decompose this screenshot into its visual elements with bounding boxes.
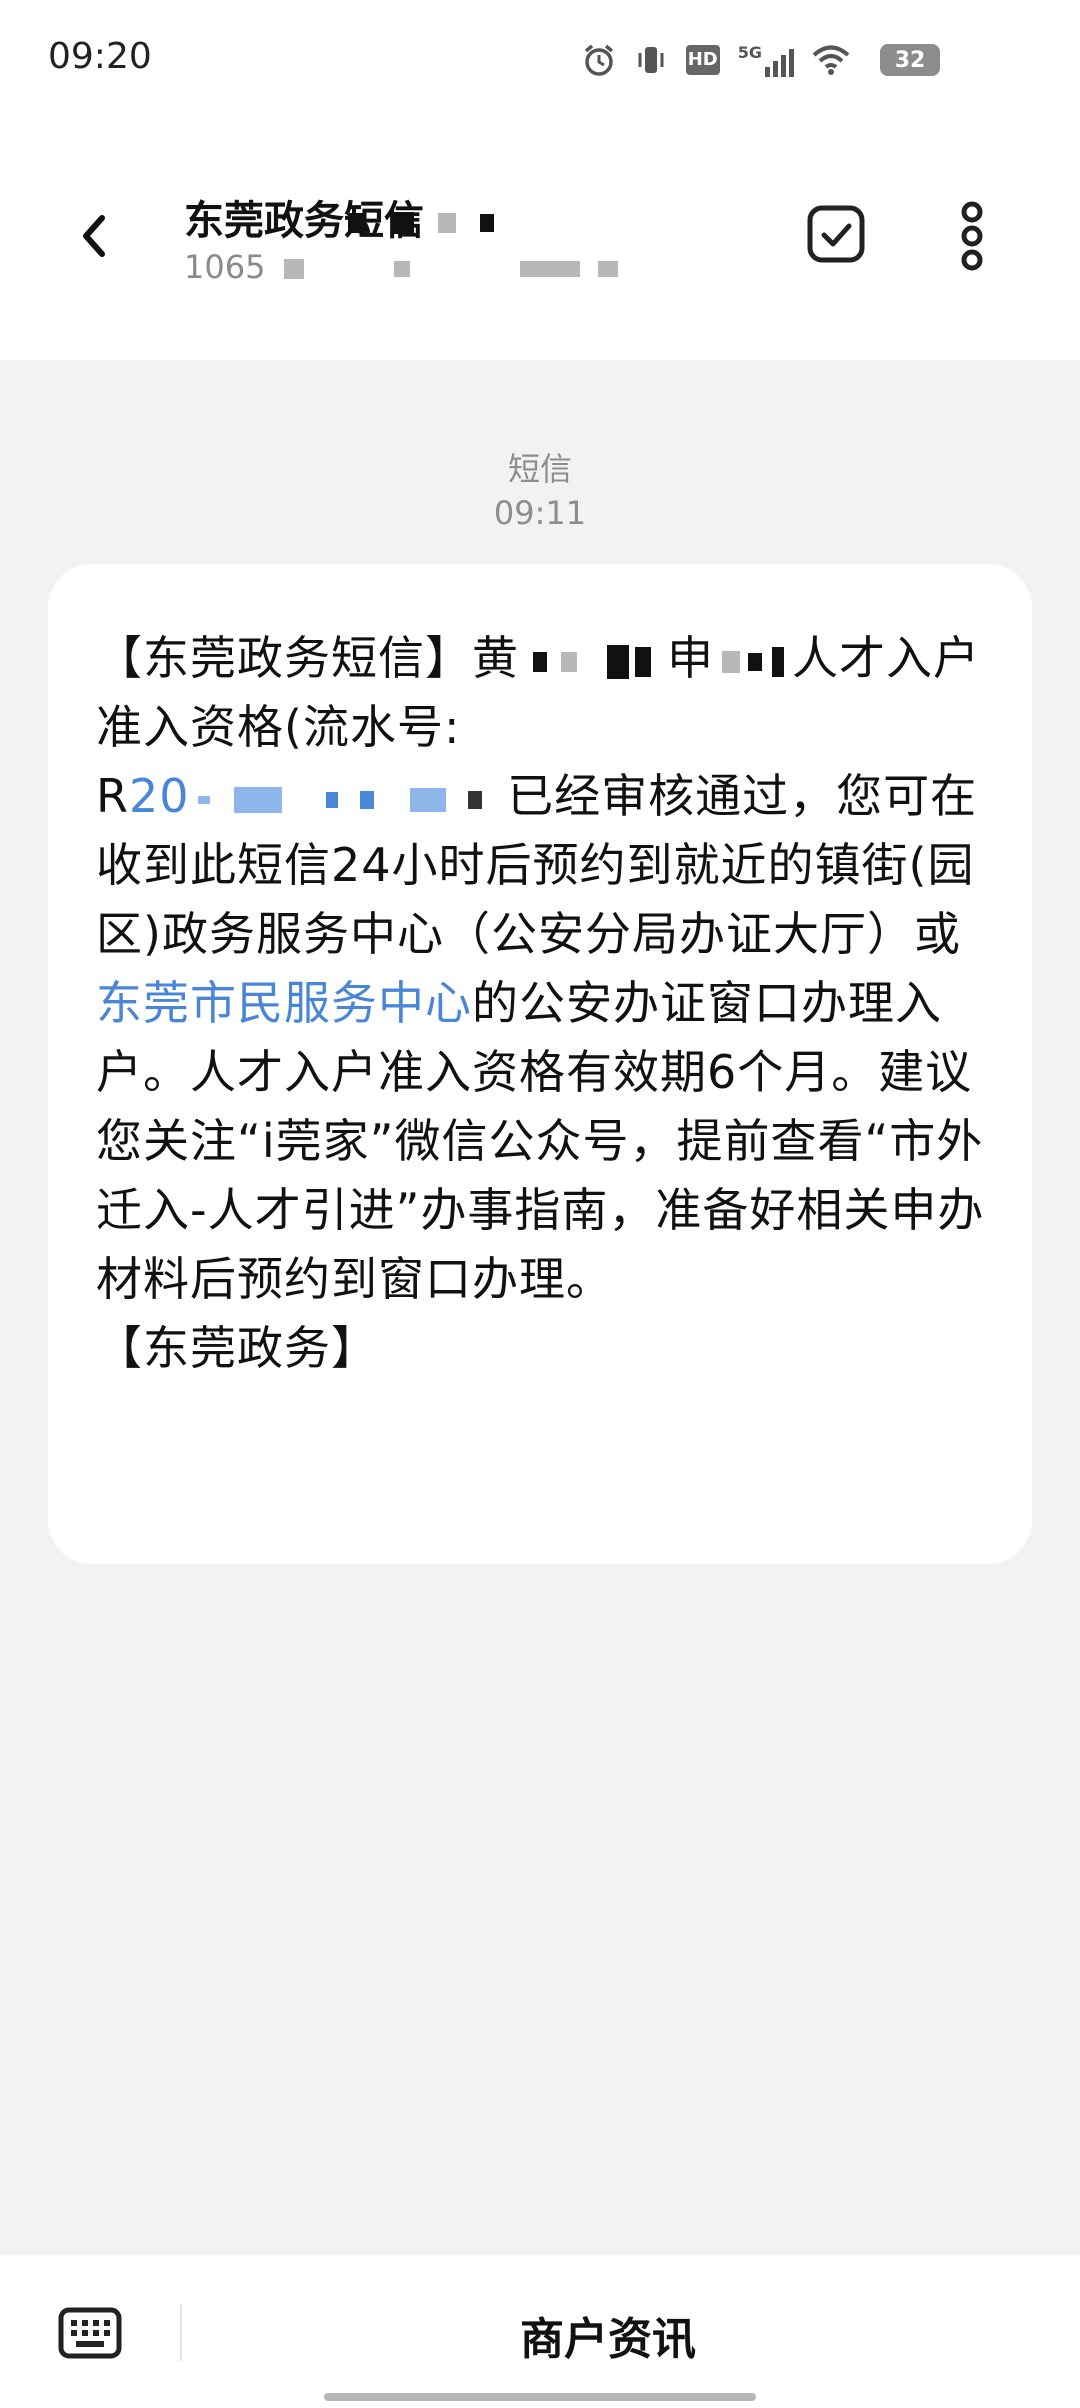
wifi-icon — [812, 45, 850, 75]
message-type: 短信 — [507, 450, 572, 488]
serial-number-link[interactable]: 20 — [129, 769, 190, 823]
divider — [180, 2305, 182, 2361]
home-indicator[interactable] — [324, 2393, 756, 2401]
message-part-6: 已经审核通过，您可在收到此短信24小时后预约到就近的镇街(园区)政务服务中心（公… — [96, 769, 978, 961]
redacted-area — [393, 261, 410, 277]
back-button[interactable] — [68, 208, 124, 264]
merchant-info-button[interactable]: 商户资讯 — [520, 2303, 696, 2367]
select-messages-button[interactable] — [806, 204, 866, 264]
redacted-area — [233, 786, 282, 813]
message-time: 09:11 — [493, 494, 587, 532]
bottom-bar: 商户资讯 — [0, 2255, 1080, 2408]
redacted-area — [347, 213, 366, 233]
checkbox-icon — [807, 205, 865, 263]
redacted-area — [467, 790, 482, 809]
keyboard-icon — [58, 2307, 122, 2359]
message-text[interactable]: 【东莞政务短信】黄申人才入户准入资格(流水号: R20 已经审核通过，您可在收到… — [96, 624, 996, 1383]
conversation-area[interactable]: 短信 09:11 【东莞政务短信】黄申人才入户准入资格(流水号: R20 已经审… — [0, 360, 1080, 2255]
message-part-2: 申 — [667, 631, 714, 685]
message-part-4: R — [96, 769, 129, 823]
redacted-area — [772, 646, 784, 677]
redacted-area — [722, 650, 740, 673]
network-label: 5G — [737, 43, 762, 62]
alarm-icon — [584, 44, 613, 76]
redacted-area — [409, 787, 446, 812]
message-part-8: 【东莞政务】 — [96, 1321, 378, 1375]
message-part-1: 【东莞政务短信】黄 — [96, 631, 519, 685]
redacted-area — [437, 213, 456, 233]
redacted-area — [533, 651, 547, 672]
redacted-area — [519, 261, 580, 277]
status-time: 09:20 — [48, 36, 152, 77]
sender-name: 东莞政务短信 — [184, 188, 494, 246]
status-icons: HD 5G — [582, 40, 850, 80]
sender-number: 1065 — [184, 248, 619, 286]
redacted-area — [283, 259, 304, 279]
redacted-area — [635, 646, 651, 677]
redacted-area — [197, 795, 210, 804]
redacted-area — [391, 212, 414, 234]
status-bar: 09:20 HD 5G 32 — [0, 0, 1080, 120]
hd-icon: HD — [685, 45, 720, 75]
conversation-header: 东莞政务短信 1065 — [0, 120, 1080, 360]
redacted-area — [607, 644, 629, 679]
redacted-area — [561, 651, 577, 672]
dongguan-citizen-service-center-link[interactable]: 东莞市民服务中心 — [96, 976, 472, 1030]
redacted-area — [325, 791, 338, 808]
sender-name-text: 东莞政务短信 — [184, 198, 424, 244]
message-bubble[interactable]: 【东莞政务短信】黄申人才入户准入资格(流水号: R20 已经审核通过，您可在收到… — [48, 564, 1032, 1564]
chevron-left-icon — [83, 215, 105, 257]
battery-icon: 32 — [880, 44, 940, 76]
keyboard-button[interactable] — [58, 2307, 122, 2359]
redacted-area — [598, 261, 619, 277]
redacted-area — [479, 214, 494, 232]
more-vertical-icon — [961, 201, 983, 271]
vibrate-icon — [638, 47, 664, 73]
more-options-button[interactable] — [948, 200, 996, 272]
sender-number-prefix: 1065 — [184, 248, 266, 286]
5g-signal-icon: 5G — [738, 43, 794, 77]
redacted-area — [359, 790, 374, 809]
redacted-area — [748, 652, 762, 671]
battery-level: 32 — [880, 44, 940, 76]
